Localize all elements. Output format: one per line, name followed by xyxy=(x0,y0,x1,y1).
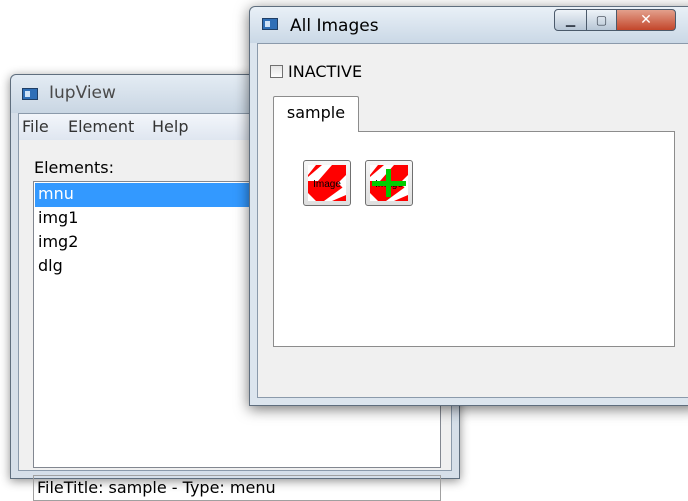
menu-help[interactable]: Help xyxy=(152,117,188,136)
close-button[interactable]: ✕ xyxy=(616,9,676,31)
maximize-button[interactable]: ▢ xyxy=(586,9,617,31)
app-window-icon xyxy=(262,18,278,30)
menu-file[interactable]: File xyxy=(22,117,49,136)
all-images-title: All Images xyxy=(290,16,379,36)
inactive-checkbox-label[interactable]: INACTIVE xyxy=(288,62,362,81)
elements-label: Elements: xyxy=(34,158,114,177)
status-bar: FileTitle: sample - Type: menu xyxy=(33,475,441,501)
all-images-client: INACTIVE sample Image Image xyxy=(257,43,688,398)
all-images-titlebar[interactable]: All Images ▁ ▢ ✕ xyxy=(250,7,688,43)
image-button-img1[interactable]: Image xyxy=(303,160,351,206)
image-button-img2[interactable]: Image xyxy=(365,160,413,206)
inactive-checkbox[interactable] xyxy=(270,65,283,78)
image-cross-icon: Image xyxy=(370,165,408,201)
tab-sample[interactable]: sample xyxy=(273,96,359,132)
minimize-button[interactable]: ▁ xyxy=(554,9,587,31)
app-window-icon xyxy=(22,88,38,100)
menu-element[interactable]: Element xyxy=(68,117,134,136)
iupview-title: IupView xyxy=(49,83,116,103)
image-icon: Image xyxy=(308,165,346,201)
all-images-window: All Images ▁ ▢ ✕ INACTIVE sample Image xyxy=(249,6,688,406)
tab-panel-sample: Image Image xyxy=(273,131,675,347)
image-icon-text: Image xyxy=(313,179,341,190)
